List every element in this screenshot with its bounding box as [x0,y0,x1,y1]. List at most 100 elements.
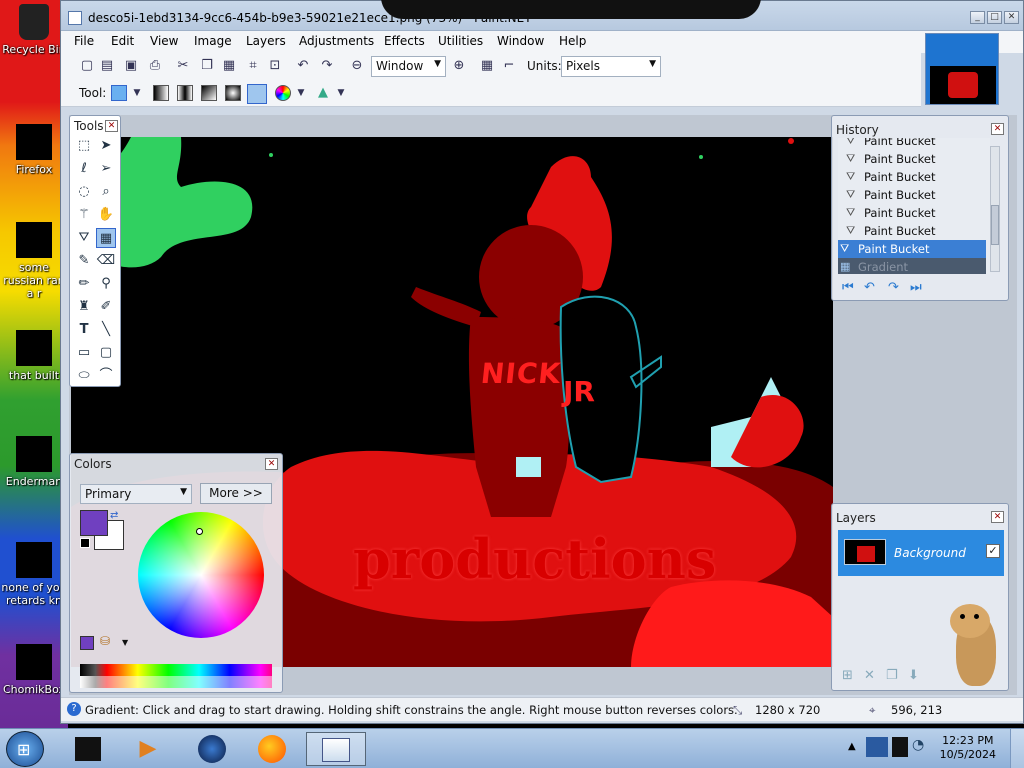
conical-gradient-icon[interactable] [247,84,267,104]
layer-row-background[interactable]: Background ✓ [838,530,1004,576]
rectangle-select-icon[interactable]: ⬚ [74,136,94,156]
menu-adjustments[interactable]: Adjustments [299,34,374,48]
ellipse-icon[interactable]: ⬭ [74,366,94,386]
color-palette[interactable] [80,664,272,688]
desktop-icon-chomikbox[interactable]: ChomikBox [0,644,68,696]
add-layer-icon[interactable]: ⊞ [842,668,853,683]
color-mode-icon[interactable] [275,85,291,101]
primary-color-swatch[interactable] [80,510,108,536]
magic-wand-icon[interactable]: ⚚ [74,205,94,225]
menu-window[interactable]: Window [497,34,544,48]
linear-gradient-icon[interactable] [153,85,169,101]
redo-icon[interactable]: ↷ [319,58,335,74]
delete-layer-icon[interactable]: ✕ [864,668,875,683]
zoom-out-icon[interactable]: ⊖ [349,58,365,74]
maximize-button[interactable]: □ [987,11,1002,24]
clock[interactable]: 12:23 PM 10/5/2024 [940,734,996,762]
redo-all-icon[interactable]: ⏭ [910,280,922,295]
undo-icon[interactable]: ↶ [864,280,875,295]
menu-edit[interactable]: Edit [111,34,134,48]
recolor-icon[interactable]: ✐ [96,297,116,317]
gradient-tool-icon[interactable] [111,85,127,101]
color-mode-select[interactable]: Primary ▼ [80,484,192,504]
text-icon[interactable]: T [74,320,94,340]
menu-layers[interactable]: Layers [246,34,286,48]
scrollbar-thumb[interactable] [991,205,999,245]
minimize-button[interactable]: _ [970,11,985,24]
crop-icon[interactable]: ⌗ [245,58,261,74]
duplicate-layer-icon[interactable]: ❐ [886,668,898,683]
desktop-icon-file-3[interactable]: Enderman [0,436,68,488]
lasso-select-icon[interactable]: ℓ [74,159,94,179]
undo-icon[interactable]: ↶ [295,58,311,74]
chevron-down-icon[interactable]: ▼ [333,85,349,101]
tray-app-icon[interactable] [866,737,888,757]
copy-icon[interactable]: ❐ [199,58,215,74]
diamond-gradient-icon[interactable] [201,85,217,101]
clone-stamp-icon[interactable]: ♜ [74,297,94,317]
new-icon[interactable]: ▢ [79,58,95,74]
reflected-gradient-icon[interactable] [177,85,193,101]
close-icon[interactable]: ✕ [991,511,1004,523]
deselect-icon[interactable]: ⊡ [267,58,283,74]
desktop-icon-file-1[interactable]: some russian ran a r [0,222,68,300]
paint-bucket-icon[interactable]: ⛛ [74,228,94,248]
menu-effects[interactable]: Effects [384,34,425,48]
line-curve-icon[interactable]: ╲ [96,320,116,340]
units-select[interactable]: Pixels ▼ [561,56,661,77]
undo-all-icon[interactable]: ⏮ [842,280,854,295]
merge-layer-icon[interactable]: ⬇ [908,668,919,683]
taskbar-app-paint-net[interactable] [306,732,366,766]
paste-icon[interactable]: ▦ [221,58,237,74]
desktop-icon-recycle-bin[interactable]: Recycle Bin [0,4,68,56]
start-button[interactable]: ⊞ [6,731,44,767]
ruler-icon[interactable]: ⌐ [501,58,517,74]
print-icon[interactable]: ⎙ [147,58,163,74]
chevron-down-icon[interactable]: ▼ [129,85,145,101]
history-scrollbar[interactable] [990,146,1000,272]
desktop-icon-file-4[interactable]: none of you retards kn [0,542,68,607]
close-icon[interactable]: ✕ [105,120,118,132]
show-hidden-icons-icon[interactable]: ▲ [848,741,856,752]
zoom-select[interactable]: Window ▼ [371,56,446,77]
antialiasing-icon[interactable]: ▲ [315,85,331,101]
title-bar[interactable]: desco5i-1ebd3134-9cc6-454b-b9e3-59021e21… [61,0,1023,31]
zoom-in-icon[interactable]: ⊕ [451,58,467,74]
add-to-palette-swatch[interactable] [80,636,94,650]
network-icon[interactable] [892,737,908,757]
menu-utilities[interactable]: Utilities [438,34,483,48]
image-tab-thumbnail[interactable] [925,33,999,105]
volume-icon[interactable]: ◔ [912,737,924,753]
move-selection-icon[interactable]: ➤ [96,136,116,156]
pencil-icon[interactable]: ✏ [74,274,94,294]
rectangle-icon[interactable]: ▭ [74,343,94,363]
taskbar-app-3[interactable] [184,732,240,766]
history-list[interactable]: ⛛ Paint Bucket ⛛ Paint Bucket ⛛ Paint Bucke… [838,138,990,274]
show-desktop-button[interactable] [1010,729,1024,768]
history-item[interactable]: ⛛ Paint Bucket [844,186,990,204]
taskbar-app-media[interactable]: ▶ [120,732,176,766]
history-item[interactable]: ⛛ Paint Bucket [844,222,990,240]
history-item[interactable]: ⛛ Paint Bucket [844,138,990,150]
close-icon[interactable]: ✕ [991,123,1004,135]
gradient-icon[interactable]: ▦ [96,228,116,248]
history-item-undone[interactable]: ▦ Gradient [838,258,986,274]
menu-view[interactable]: View [150,34,178,48]
history-item-selected[interactable]: ⛛ Paint Bucket [838,240,986,258]
save-icon[interactable]: ▣ [123,58,139,74]
menu-image[interactable]: Image [194,34,232,48]
pan-icon[interactable]: ✋ [96,205,116,225]
color-wheel-cursor[interactable] [196,528,203,535]
menu-help[interactable]: Help [559,34,586,48]
cut-icon[interactable]: ✂ [175,58,191,74]
eraser-icon[interactable]: ⌫ [96,251,116,271]
swap-colors-icon[interactable]: ⇄ [110,510,118,521]
move-selected-icon[interactable]: ➢ [96,159,116,179]
history-item[interactable]: ⛛ Paint Bucket [844,204,990,222]
palette-menu-icon[interactable]: ⛁ [100,634,110,648]
chevron-down-icon[interactable]: ▼ [122,638,128,647]
desktop-icon-firefox[interactable]: Firefox [0,124,68,176]
close-icon[interactable]: ✕ [265,458,278,470]
reset-colors-icon[interactable] [80,538,90,548]
close-button[interactable]: ✕ [1004,11,1019,24]
